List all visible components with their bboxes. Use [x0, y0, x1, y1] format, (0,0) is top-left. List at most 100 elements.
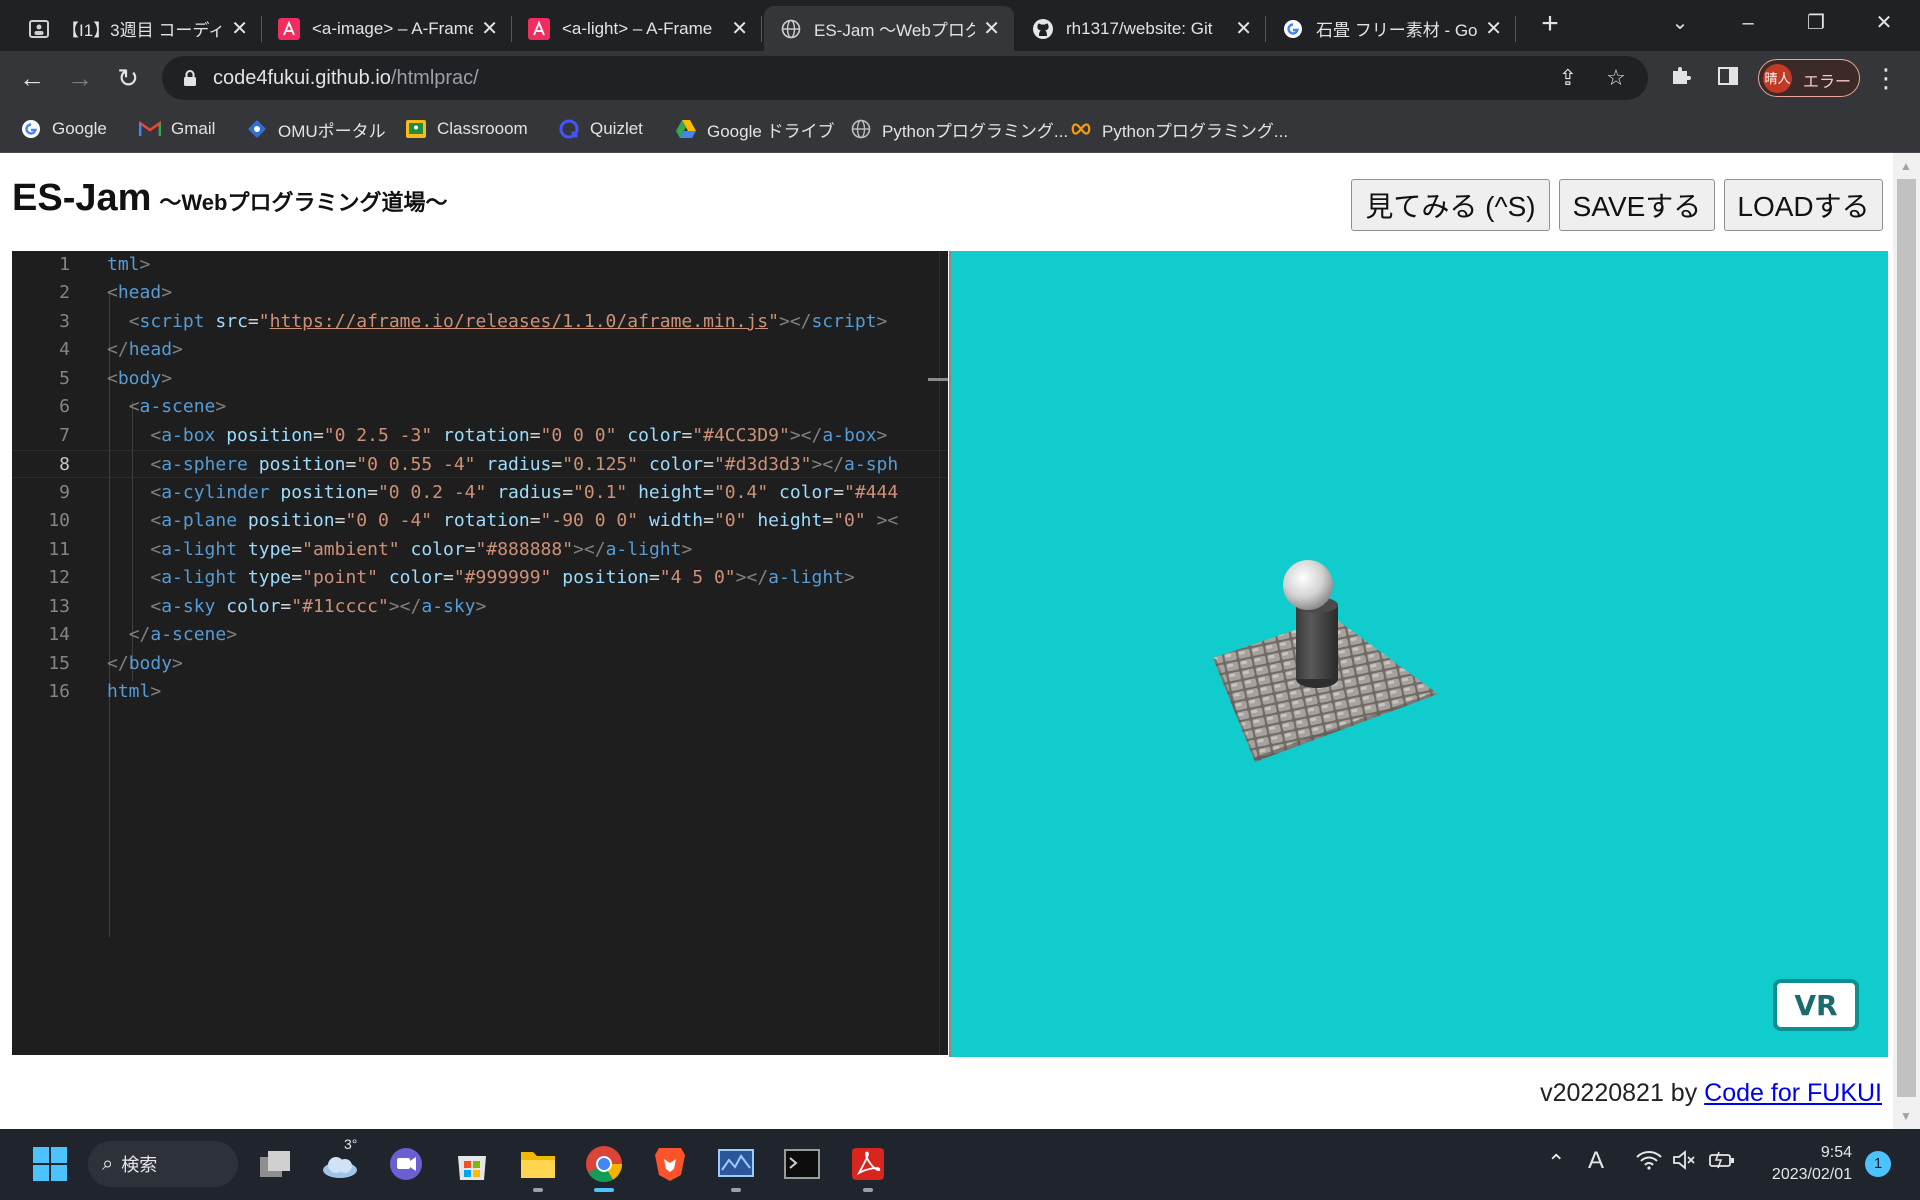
side-panel-icon[interactable]	[1710, 60, 1746, 96]
notification-badge[interactable]: 1	[1865, 1151, 1891, 1177]
bookmark-gmail[interactable]: Gmail	[139, 115, 215, 143]
bookmark-star-icon[interactable]: ☆	[1602, 64, 1630, 92]
restore-icon[interactable]: ❐	[1796, 8, 1836, 38]
new-tab-button[interactable]: +	[1535, 9, 1565, 40]
portal-icon	[246, 118, 268, 140]
close-icon[interactable]: ✕	[1235, 16, 1252, 41]
scroll-down-arrow-icon[interactable]: ▼	[1900, 1109, 1912, 1123]
brave-icon[interactable]	[648, 1142, 692, 1186]
bookmark-omu-portal[interactable]: OMUポータル	[246, 115, 386, 143]
line-number: 15	[48, 653, 70, 674]
bookmark-classroom[interactable]: Classrooom	[405, 115, 528, 143]
bookmark-quizlet[interactable]: Quizlet	[558, 115, 643, 143]
app-subtitle: 〜Webプログラミング道場〜	[159, 190, 448, 215]
save-button[interactable]: SAVEする	[1559, 179, 1715, 231]
tab-title: 【I1】3週目 コーディング	[62, 21, 224, 40]
close-icon[interactable]: ✕	[231, 16, 248, 41]
code-token: "0"	[713, 510, 747, 531]
code-token: </	[107, 653, 129, 674]
line-number: 6	[59, 396, 70, 417]
tab-es-jam[interactable]: ES-Jam 〜Webプログラ ✕	[764, 6, 1014, 51]
wifi-icon[interactable]	[1636, 1150, 1662, 1176]
ime-indicator[interactable]: A	[1588, 1147, 1604, 1175]
terminal-icon[interactable]	[780, 1142, 824, 1186]
scroll-up-arrow-icon[interactable]: ▲	[1900, 159, 1912, 173]
bookmark-label: OMUポータル	[278, 121, 386, 141]
line-number: 10	[48, 510, 70, 531]
bookmark-google-drive[interactable]: Google ドライブ	[675, 115, 835, 143]
sphere	[1283, 560, 1333, 610]
tray-chevron-up-icon[interactable]: ⌃	[1547, 1150, 1565, 1176]
taskbar-search[interactable]: ⌕ 検索	[88, 1141, 238, 1187]
start-windows-icon[interactable]	[28, 1142, 72, 1186]
code-token: "0.4"	[713, 482, 769, 503]
running-indicator	[731, 1188, 741, 1192]
chrome-icon[interactable]	[582, 1142, 626, 1192]
profile-button[interactable]: 晴人 エラー	[1758, 59, 1860, 97]
code-token: color	[410, 539, 465, 560]
chat-icon[interactable]	[384, 1142, 428, 1186]
tab-coding-week3[interactable]: 【I1】3週目 コーディング ✕	[12, 6, 262, 51]
close-icon[interactable]: ✕	[983, 16, 1000, 41]
clock-time: 9:54	[1820, 1144, 1852, 1161]
tab-search-chevron-icon[interactable]: ⌄	[1660, 8, 1700, 38]
resource-monitor-icon[interactable]	[714, 1142, 758, 1192]
tab-title: 石畳 フリー素材 - Go	[1316, 21, 1478, 40]
code-token: src	[215, 311, 248, 332]
close-icon[interactable]: ✕	[731, 16, 748, 41]
code-editor[interactable]: 1 tml> 2 <head> 3 <script src="https://afr…	[12, 251, 948, 1055]
search-icon: ⌕	[102, 1152, 114, 1175]
bookmark-google[interactable]: Google	[20, 115, 107, 143]
code-token: a-scene	[139, 396, 216, 417]
store-icon[interactable]	[450, 1142, 494, 1186]
code-line-9: 9 <a-cylinder position="0 0.2 -4" radius…	[12, 479, 948, 507]
url-host: code4fukui.github.io	[213, 67, 391, 89]
code-for-fukui-link[interactable]: Code for FUKUI	[1704, 1079, 1882, 1107]
window-close-icon[interactable]: ✕	[1864, 8, 1904, 38]
code-token: "#4CC3D9"	[692, 425, 790, 446]
code-token: "	[258, 311, 270, 332]
tab-google-search[interactable]: 石畳 フリー素材 - Go ✕	[1266, 6, 1516, 51]
forward-arrow-icon[interactable]: →	[62, 60, 98, 96]
code-token: "-90 0 0"	[540, 510, 639, 531]
address-bar[interactable]: code4fukui.github.io/htmlprac/ ⇪ ☆	[162, 56, 1648, 100]
more-menu-icon[interactable]: ⋮	[1868, 60, 1904, 96]
page-scrollbar[interactable]: ▲ ▼	[1893, 153, 1920, 1129]
script-url-link[interactable]: https://aframe.io/releases/1.1.0/aframe.…	[270, 311, 769, 332]
reload-icon[interactable]: ↻	[110, 60, 146, 96]
tab-github[interactable]: rh1317/website: Git ✕	[1016, 6, 1266, 51]
tab-a-light[interactable]: <a-light> – A-Frame ✕	[512, 6, 762, 51]
bookmark-python-1[interactable]: Pythonプログラミング...	[850, 115, 1068, 143]
volume-muted-icon[interactable]	[1672, 1150, 1698, 1176]
view-button[interactable]: 見てみる (^S)	[1351, 179, 1550, 231]
task-view-icon[interactable]	[254, 1142, 298, 1186]
code-token: a-box	[822, 425, 877, 446]
code-token: position	[258, 454, 346, 475]
bookmark-python-2[interactable]: Pythonプログラミング...	[1070, 115, 1288, 143]
scroll-thumb[interactable]	[1897, 179, 1916, 1097]
code-line-8: 8 <a-sphere position="0 0.55 -4" radius=…	[12, 450, 948, 478]
close-icon[interactable]: ✕	[481, 16, 498, 41]
file-explorer-icon[interactable]	[516, 1142, 560, 1192]
code-token: >	[172, 339, 183, 360]
share-icon[interactable]: ⇪	[1554, 64, 1582, 92]
footer-version: v20220821 by Code for FUKUI	[1540, 1079, 1882, 1108]
profile-error-label: エラー	[1803, 74, 1852, 91]
scene-preview[interactable]: VR	[949, 251, 1888, 1057]
minimize-icon[interactable]: –	[1728, 8, 1768, 38]
extensions-puzzle-icon[interactable]	[1663, 60, 1699, 96]
close-icon[interactable]: ✕	[1485, 16, 1502, 41]
code-line-1: 1 tml>	[12, 251, 948, 279]
weather-cloud-icon[interactable]: 3°	[318, 1136, 362, 1186]
battery-charging-icon[interactable]	[1708, 1150, 1736, 1176]
classroom-icon	[405, 118, 427, 140]
taskbar-clock[interactable]: 9:54 2023/02/01	[1752, 1142, 1852, 1186]
back-arrow-icon[interactable]: ←	[14, 60, 50, 96]
tab-a-image[interactable]: <a-image> – A-Frame ✕	[262, 6, 512, 51]
tab-title: ES-Jam 〜Webプログラ	[814, 21, 976, 40]
vr-button[interactable]: VR	[1773, 979, 1859, 1031]
load-button[interactable]: LOADする	[1724, 179, 1883, 231]
tab-title: rh1317/website: Git	[1066, 18, 1213, 38]
editor-scroll-marker[interactable]	[928, 378, 948, 381]
acrobat-icon[interactable]	[846, 1142, 890, 1192]
